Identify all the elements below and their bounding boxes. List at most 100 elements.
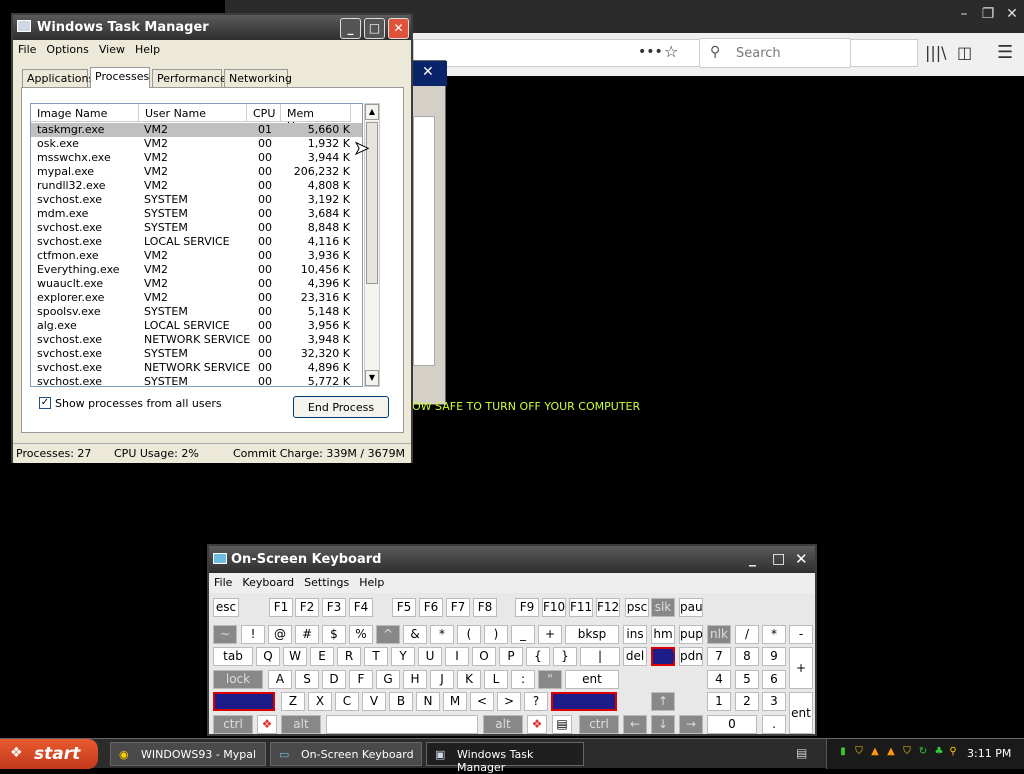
table-row[interactable]: rundll32.exe VM2 00 4,808 K [31,179,362,193]
show-all-users-checkbox[interactable]: ✓ [39,397,51,409]
key-numpad-plus[interactable]: + [789,647,813,689]
key-1[interactable]: ! [241,625,265,644]
key-10[interactable]: ) [484,625,508,644]
shield-icon[interactable]: ⛉ [853,746,865,760]
process-table[interactable]: Image Name User Name CPU Mem Usage taskm… [30,103,363,387]
osk-titlebar[interactable]: On-Screen Keyboard _ □ ✕ [209,546,815,573]
key-2[interactable]: alt [281,715,321,734]
key-e[interactable]: E [310,647,334,666]
table-row[interactable]: spoolsv.exe SYSTEM 00 5,148 K [31,305,362,319]
key-12[interactable]: ent [565,670,619,689]
key-0[interactable]: ~ [213,625,237,644]
table-row[interactable]: svchost.exe SYSTEM 00 8,848 K [31,221,362,235]
menu-key-icon[interactable]: ▤ [552,715,572,734]
maximize-button[interactable]: □ [772,551,785,567]
key-|[interactable]: | [580,647,620,666]
table-row[interactable]: svchost.exe SYSTEM 00 5,772 K [31,375,362,386]
key-0[interactable]: ctrl [213,715,253,734]
key-12[interactable]: ↑ [651,692,675,711]
more-icon[interactable]: ••• [638,44,663,60]
key-{[interactable]: { [526,647,550,666]
key-4[interactable]: V [362,692,386,711]
key-17[interactable]: nlk [707,625,731,644]
key-13[interactable]: 1 [707,692,731,711]
menu-options[interactable]: Options [41,40,93,59]
bookmark-star-icon[interactable]: ☆ [664,42,678,61]
key-13[interactable]: bksp [565,625,619,644]
key-4[interactable]: alt [483,715,523,734]
key-pdn[interactable]: pdn [679,647,703,666]
network-icon[interactable]: ▮ [837,746,849,760]
key-18[interactable]: / [735,625,759,644]
table-row[interactable]: svchost.exe SYSTEM 00 32,320 K [31,347,362,361]
library-icon[interactable]: |||\ [925,43,947,62]
column-header-cpu[interactable]: CPU [247,104,281,122]
table-row[interactable]: explorer.exe VM2 00 23,316 K [31,291,362,305]
search-input[interactable]: ⚲ Search [699,38,851,68]
table-row[interactable]: taskmgr.exe VM2 01 5,660 K [31,123,362,137]
vlc-icon[interactable]: ▲ [869,746,881,760]
table-row[interactable]: svchost.exe LOCAL SERVICE 00 4,116 K [31,235,362,249]
key-5[interactable]: G [376,670,400,689]
key-p[interactable]: P [499,647,523,666]
task-manager-titlebar[interactable]: Windows Task Manager _ □ ✕ [13,15,411,40]
key-9[interactable]: ↓ [651,715,675,734]
tab-networking[interactable]: Networking [224,69,292,87]
key-2[interactable]: X [308,692,332,711]
key-10[interactable]: → [679,715,703,734]
table-row[interactable]: mypal.exe VM2 00 206,232 K [31,165,362,179]
update-icon[interactable]: ↻ [917,746,929,760]
key-del[interactable]: del [623,647,647,666]
restore-icon[interactable]: ❐ [977,6,999,26]
app-icon[interactable]: ♣ [933,746,945,760]
key-9[interactable]: 9 [762,647,786,666]
key-15[interactable]: 6 [762,670,786,689]
minimize-icon[interactable]: – [953,6,975,26]
key-u[interactable]: U [418,647,442,666]
key-7[interactable]: J [430,670,454,689]
key-19[interactable]: * [762,625,786,644]
scroll-down-arrow-icon[interactable]: ▼ [365,370,379,386]
key-11[interactable]: " [538,670,562,689]
key-f12[interactable]: F12 [596,598,620,617]
key-slk[interactable]: slk [651,598,675,617]
vlc-icon-2[interactable]: ▲ [885,746,897,760]
tab-processes[interactable]: Processes [90,67,150,88]
key-4[interactable]: $ [322,625,346,644]
end-process-button[interactable]: End Process [293,396,389,418]
key-0[interactable]: shft [213,692,275,711]
table-row[interactable]: svchost.exe NETWORK SERVICE 00 3,948 K [31,333,362,347]
key-10[interactable]: : [511,670,535,689]
key-i[interactable]: I [445,647,469,666]
key-w[interactable]: W [283,647,307,666]
search-tray-icon[interactable]: ⚲ [947,746,959,760]
key-7[interactable]: M [443,692,467,711]
key-11[interactable]: _ [511,625,535,644]
key-8[interactable]: ← [623,715,647,734]
key-2[interactable]: S [295,670,319,689]
column-header-user-name[interactable]: User Name [139,104,247,122]
minimize-button[interactable]: _ [749,551,756,567]
menu-keyboard[interactable]: Keyboard [237,573,299,592]
key-numpad-enter[interactable]: ent [789,692,813,734]
key-12[interactable]: . [762,715,786,734]
key-15[interactable]: hm [651,625,675,644]
table-row[interactable]: svchost.exe SYSTEM 00 3,192 K [31,193,362,207]
windows-key-icon[interactable]: ❖ [527,715,547,734]
key-9[interactable]: > [497,692,521,711]
key-space[interactable] [326,715,478,734]
key-7[interactable]: 7 [707,647,731,666]
key-pau[interactable]: pau [679,598,703,617]
key-15[interactable]: 3 [762,692,786,711]
key-f8[interactable]: F8 [473,598,497,617]
key-r[interactable]: R [337,647,361,666]
sidebar-icon[interactable]: ◫ [957,43,972,62]
menu-file[interactable]: File [209,573,237,592]
key-8[interactable]: 8 [735,647,759,666]
key-end[interactable]: end [651,647,676,666]
key-14[interactable]: 5 [735,670,759,689]
minimize-button[interactable]: _ [340,18,361,39]
menu-help[interactable]: Help [354,573,389,592]
key-f7[interactable]: F7 [446,598,470,617]
hamburger-menu-icon[interactable]: ☰ [997,42,1013,63]
